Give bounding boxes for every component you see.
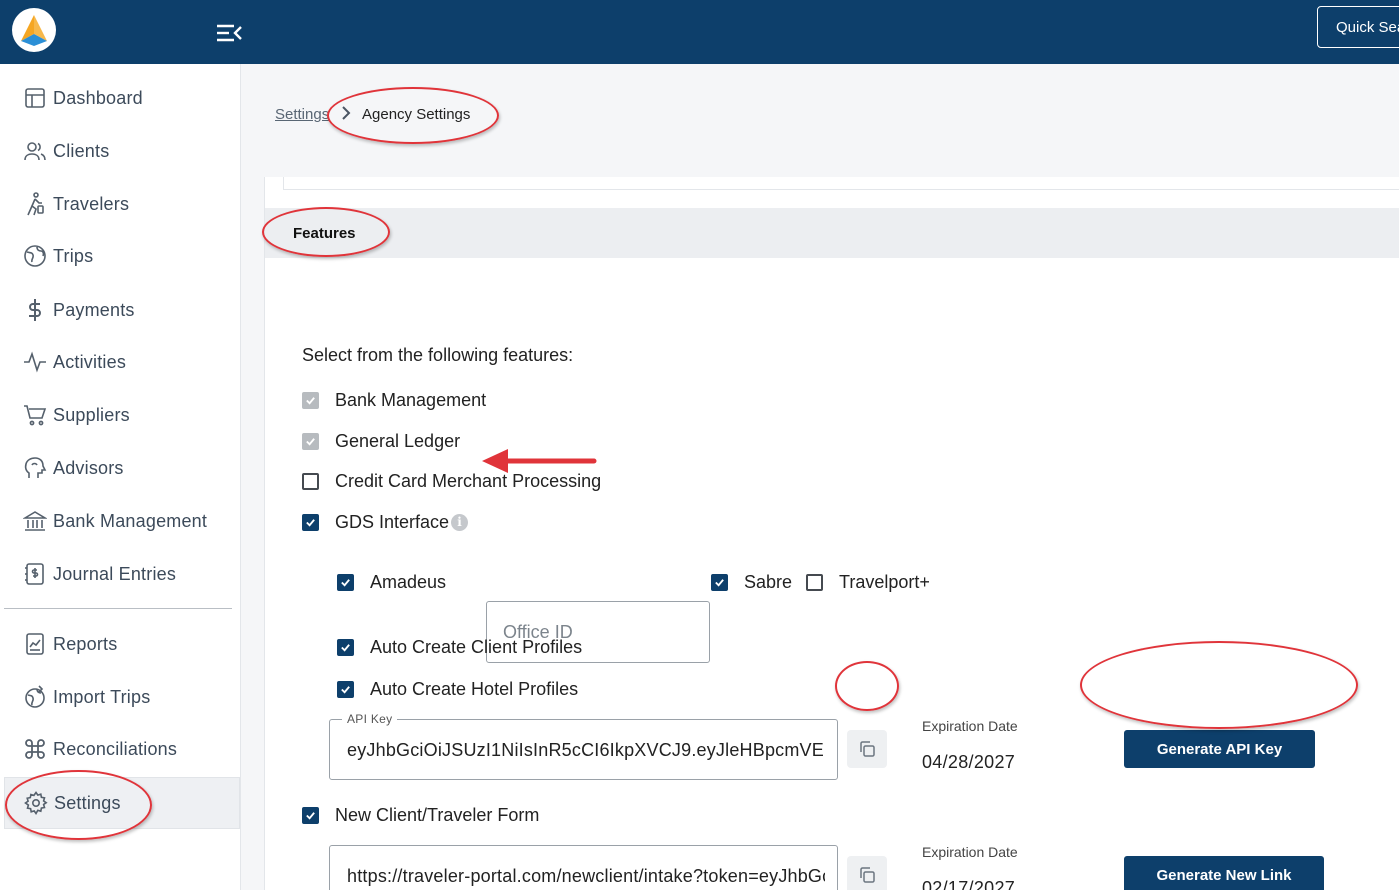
sidebar-item-settings[interactable]: Settings [4, 777, 240, 829]
api-key-legend: API Key [342, 712, 398, 726]
auto-create-hotel-label: Auto Create Hotel Profiles [370, 679, 579, 699]
features-section-header: Features [265, 208, 1399, 258]
sidebar-item-label: Settings [54, 792, 121, 813]
activity-icon [22, 349, 48, 375]
journal-icon [22, 561, 48, 587]
credit-card-label: Credit Card Merchant Processing [335, 471, 602, 491]
link-expiration-value: 02/17/2027 [922, 878, 1016, 890]
sidebar-item-trips[interactable]: Trips [4, 230, 240, 282]
sidebar-divider [4, 608, 232, 609]
section-title: Features [293, 225, 356, 242]
features-intro: Select from the following features: [302, 345, 574, 365]
api-key-expiration-value: 04/28/2027 [922, 752, 1016, 772]
sidebar-item-label: Activities [53, 351, 127, 372]
sidebar-item-label: Dashboard [53, 87, 143, 108]
general-ledger-label: General Ledger [335, 431, 461, 451]
client-link-value: https://traveler-portal.com/newclient/in… [347, 866, 825, 886]
quick-search-button[interactable]: Quick Search [1317, 6, 1399, 48]
generate-api-key-button[interactable]: Generate API Key [1124, 730, 1315, 768]
api-key-expiration-label: Expiration Date [922, 718, 1018, 734]
info-icon[interactable]: i [451, 514, 468, 531]
sidebar-item-travelers[interactable]: Travelers [4, 178, 240, 230]
cart-icon [22, 402, 48, 428]
card-divider [283, 177, 1399, 190]
sidebar-item-label: Payments [53, 299, 135, 320]
bank-icon [22, 508, 48, 534]
command-icon [22, 736, 48, 762]
chevron-right-icon [339, 104, 353, 122]
sidebar-item-label: Travelers [53, 193, 130, 214]
amadeus-checkbox[interactable] [337, 574, 354, 591]
sidebar-item-dashboard[interactable]: Dashboard [4, 72, 240, 124]
sidebar-item-clients[interactable]: Clients [4, 125, 240, 177]
travelport-checkbox[interactable] [806, 574, 823, 591]
gear-icon [23, 790, 49, 816]
sidebar: Dashboard Clients Travelers Trips Paymen… [0, 64, 241, 890]
auto-create-client-label: Auto Create Client Profiles [370, 637, 583, 657]
sidebar-item-bank-management[interactable]: Bank Management [4, 495, 240, 547]
sidebar-item-payments[interactable]: Payments [4, 284, 240, 336]
top-bar: Quick Search [0, 0, 1399, 64]
copy-link-button[interactable] [847, 856, 887, 890]
brand-logo[interactable] [12, 8, 56, 52]
credit-card-checkbox[interactable] [302, 473, 319, 490]
sabre-checkbox[interactable] [711, 574, 728, 591]
report-icon [22, 631, 48, 657]
generate-new-link-button[interactable]: Generate New Link [1124, 856, 1324, 890]
head-icon [22, 455, 48, 481]
sidebar-item-reconciliations[interactable]: Reconciliations [4, 723, 240, 775]
sidebar-item-label: Reconciliations [53, 738, 178, 759]
gds-interface-label: GDS Interface [335, 512, 450, 532]
sidebar-item-import-trips[interactable]: Import Trips [4, 671, 240, 723]
new-client-form-checkbox[interactable] [302, 807, 319, 824]
features-card: Features Select from the following featu… [264, 177, 1399, 890]
sidebar-item-label: Bank Management [53, 510, 208, 531]
api-key-field[interactable]: API Key eyJhbGciOiJSUzI1NiIsInR5cCI6IkpX… [329, 712, 838, 780]
general-ledger-checkbox[interactable] [302, 433, 319, 450]
auto-create-client-checkbox[interactable] [337, 639, 354, 656]
breadcrumb-settings-link[interactable]: Settings [275, 106, 329, 123]
dollar-icon [22, 297, 48, 323]
amadeus-label: Amadeus [370, 572, 447, 592]
api-key-value: eyJhbGciOiJSUzI1NiIsInR5cCI6IkpXVCJ9.eyJ… [347, 740, 824, 760]
link-expiration-label: Expiration Date [922, 844, 1018, 860]
gds-interface-checkbox[interactable] [302, 514, 319, 531]
sidebar-item-label: Suppliers [53, 404, 130, 425]
new-client-form-label: New Client/Traveler Form [335, 805, 540, 825]
users-icon [22, 138, 48, 164]
import-globe-icon [22, 684, 48, 710]
sidebar-item-label: Trips [53, 245, 94, 266]
sidebar-item-label: Clients [53, 140, 110, 161]
copy-api-key-button[interactable] [847, 730, 887, 768]
sidebar-item-advisors[interactable]: Advisors [4, 442, 240, 494]
sidebar-item-label: Reports [53, 633, 118, 654]
menu-collapse-icon[interactable] [214, 20, 244, 46]
bank-management-label: Bank Management [335, 390, 487, 410]
sidebar-item-activities[interactable]: Activities [4, 336, 240, 388]
breadcrumb-current: Agency Settings [362, 106, 471, 123]
sidebar-item-label: Journal Entries [53, 563, 177, 584]
auto-create-hotel-checkbox[interactable] [337, 681, 354, 698]
sabre-label: Sabre [744, 572, 793, 592]
traveler-icon [22, 191, 48, 217]
sidebar-item-reports[interactable]: Reports [4, 618, 240, 670]
main-content: Settings Agency Settings Features Select… [242, 64, 1399, 890]
globe-icon [22, 243, 48, 269]
sidebar-item-label: Import Trips [53, 686, 151, 707]
bank-management-checkbox[interactable] [302, 392, 319, 409]
dashboard-icon [22, 85, 48, 111]
sidebar-item-label: Advisors [53, 457, 124, 478]
travelport-label: Travelport+ [839, 572, 930, 592]
sidebar-item-suppliers[interactable]: Suppliers [4, 389, 240, 441]
client-link-field[interactable]: https://traveler-portal.com/newclient/in… [329, 845, 838, 890]
sidebar-item-journal-entries[interactable]: Journal Entries [4, 548, 240, 600]
